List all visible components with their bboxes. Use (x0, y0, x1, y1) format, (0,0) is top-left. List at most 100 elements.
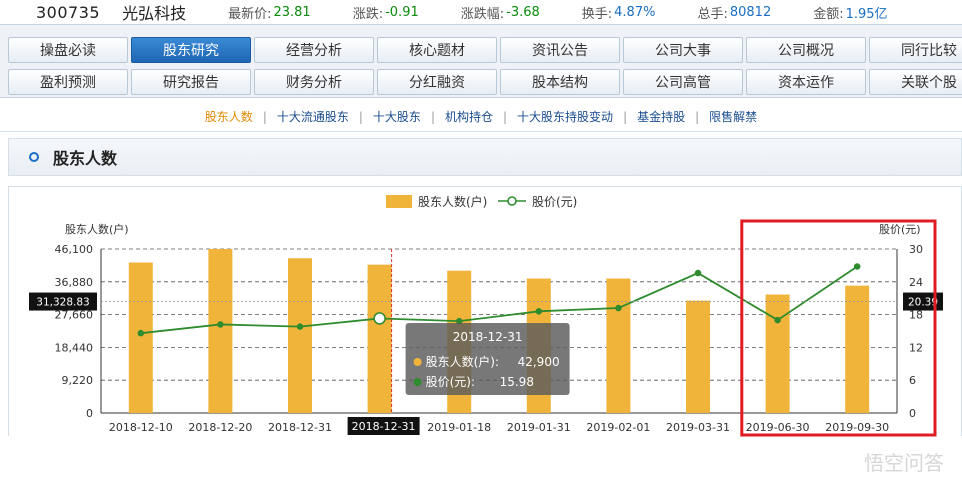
subnav-item-3[interactable]: 机构持仓 (435, 108, 503, 125)
change-pct-value: -3.68 (506, 4, 540, 20)
sub-navigation: 股东人数 | 十大流通股东 | 十大股东 | 机构持仓 | 十大股东持股变动 | 基金持股 | 限售解禁 (0, 102, 962, 132)
legend-label-price: 股价(元) (532, 195, 577, 209)
tab-tabs_row1-0[interactable]: 操盘必读 (8, 37, 128, 63)
subnav-item-5[interactable]: 基金持股 (627, 108, 695, 125)
tab-tabs_row2-1[interactable]: 研究报告 (131, 69, 251, 95)
bar-holders-3[interactable] (367, 264, 392, 413)
x-tick-label-6: 2019-02-01 (586, 421, 650, 434)
y-tick-left: 46,100 (55, 243, 94, 256)
x-tick-label-2: 2018-12-31 (268, 421, 332, 434)
amount-label: 金额: (813, 6, 844, 22)
tooltip-date: 2018-12-31 (453, 330, 523, 344)
y-tick-left: 27,660 (55, 309, 94, 322)
tooltip-price-dot (413, 378, 422, 386)
price-point-0[interactable] (137, 329, 145, 337)
bar-holders-9[interactable] (845, 285, 870, 413)
x-tick-label-7: 2019-03-31 (666, 421, 730, 434)
quote-bar: 300735 光弘科技 最新价: 23.81 涨跌: -0.91 涨跌幅: -3.68… (0, 0, 962, 24)
price-point-4[interactable] (455, 317, 463, 325)
tooltip-price-value: 15.98 (500, 375, 534, 389)
price-point-9[interactable] (853, 263, 861, 270)
latest-price-value: 23.81 (273, 4, 311, 20)
y-tick-right: 30 (909, 243, 923, 256)
price-point-1[interactable] (217, 321, 224, 328)
y-tick-left: 18,440 (55, 341, 94, 354)
legend-label-holders: 股东人数(户) (418, 194, 487, 209)
tab-tabs_row1-3[interactable]: 核心题材 (377, 37, 497, 63)
x-tick-label-1: 2018-12-20 (188, 421, 252, 434)
stock-name: 光弘科技 (122, 4, 187, 23)
change-pct-label: 涨跌幅: (460, 6, 505, 22)
subnav-item-0[interactable]: 股东人数 (195, 108, 263, 125)
y-axis-left-title: 股东人数(户) (65, 222, 129, 236)
tab-tabs_row1-7[interactable]: 同行比较 (869, 37, 962, 63)
tooltip-holders-dot (413, 358, 422, 366)
tab-tabs_row2-2[interactable]: 财务分析 (254, 69, 374, 95)
tab-tabs_row1-4[interactable]: 资讯公告 (500, 37, 620, 63)
x-tick-label-0: 2018-12-10 (109, 421, 173, 434)
price-point-5[interactable] (535, 308, 543, 315)
bar-holders-2[interactable] (288, 258, 312, 413)
main-tabs: 操盘必读 股东研究 经营分析 核心题材 资讯公告 公司大事 公司概况 同行比较 盈利预测 研究报… (0, 24, 962, 98)
section-bullet-icon (29, 152, 39, 162)
change-value: -0.91 (385, 4, 419, 20)
price-point-6[interactable] (615, 304, 622, 312)
tab-row-2: 盈利预测 研究报告 财务分析 分红融资 股本结构 公司高管 资本运作 关联个股 (8, 69, 962, 95)
crosshair-x-value: 2018-12-31 (352, 420, 416, 433)
price-point-8[interactable] (774, 316, 781, 324)
tab-tabs_row2-4[interactable]: 股本结构 (500, 69, 620, 95)
tab-tabs_row1-6[interactable]: 公司概况 (746, 37, 866, 63)
change-label: 涨跌: (352, 6, 384, 22)
volume-label: 总手: (697, 6, 728, 22)
bar-holders-1[interactable] (208, 249, 233, 413)
bar-holders-8[interactable] (765, 294, 790, 413)
y-tick-left: 36,880 (55, 276, 94, 289)
y-axis-right-title: 股价(元) (879, 223, 921, 236)
tab-tabs_row2-5[interactable]: 公司高管 (623, 69, 743, 95)
tab-row-1: 操盘必读 股东研究 经营分析 核心题材 资讯公告 公司大事 公司概况 同行比较 (8, 37, 962, 63)
subnav-item-4[interactable]: 十大股东持股变动 (507, 108, 623, 125)
tab-tabs_row1-5[interactable]: 公司大事 (623, 37, 743, 63)
x-tick-label-5: 2019-01-31 (507, 421, 571, 434)
price-point-3[interactable] (373, 312, 386, 325)
x-tick-label-4: 2019-01-18 (427, 421, 491, 434)
tab-tabs_row2-0[interactable]: 盈利预测 (8, 69, 128, 95)
watermark: 悟空问答 (864, 451, 944, 475)
volume-value: 80812 (729, 4, 772, 20)
amount-value: 1.95亿 (845, 6, 888, 22)
legend-swatch-price-dot (507, 196, 517, 206)
turnover-value: 4.87% (614, 4, 656, 20)
section-header: 股东人数 (8, 138, 962, 176)
y-tick-left: 9,220 (62, 374, 94, 387)
tooltip-price-label: 股价(元): (426, 375, 475, 389)
turnover-label: 换手: (581, 6, 613, 22)
tooltip-holders-value: 42,900 (518, 355, 560, 369)
subnav-item-6[interactable]: 限售解禁 (699, 108, 767, 125)
y-tick-right: 18 (909, 309, 923, 322)
subnav-item-1[interactable]: 十大流通股东 (267, 108, 359, 125)
legend-swatch-holders (386, 195, 412, 208)
tab-tabs_row2-6[interactable]: 资本运作 (746, 69, 866, 95)
price-point-7[interactable] (694, 269, 702, 277)
crosshair-left-value: 31,328.83 (36, 297, 89, 309)
stock-code: 300735 (36, 2, 101, 22)
price-point-2[interactable] (296, 323, 304, 330)
bar-holders-7[interactable] (686, 300, 710, 413)
x-tick-label-9: 2019-09-30 (825, 421, 889, 434)
tab-tabs_row1-1[interactable]: 股东研究 (131, 37, 251, 63)
y-tick-right: 24 (909, 276, 923, 289)
x-tick-label-8: 2019-06-30 (746, 421, 810, 434)
tab-tabs_row1-2[interactable]: 经营分析 (254, 37, 374, 63)
section-title: 股东人数 (53, 149, 118, 168)
tab-tabs_row2-3[interactable]: 分红融资 (377, 69, 497, 95)
y-tick-right: 12 (909, 341, 923, 354)
tab-tabs_row2-7[interactable]: 关联个股 (869, 69, 962, 95)
y-tick-right: 6 (909, 374, 916, 387)
holders-chart-svg[interactable]: 股东人数(户) 股价(元) 股东人数(户) 股价(元) 46,100 30 36,880 24… (9, 187, 962, 437)
subnav-item-2[interactable]: 十大股东 (363, 108, 431, 125)
bar-holders-0[interactable] (128, 262, 153, 413)
tooltip-holders-label: 股东人数(户): (426, 354, 499, 369)
holders-chart: 股东人数(户) 股价(元) 股东人数(户) 股价(元) 46,100 30 36,880 24… (8, 186, 962, 437)
bar-holders-6[interactable] (606, 278, 631, 413)
latest-price-label: 最新价: (228, 6, 272, 22)
